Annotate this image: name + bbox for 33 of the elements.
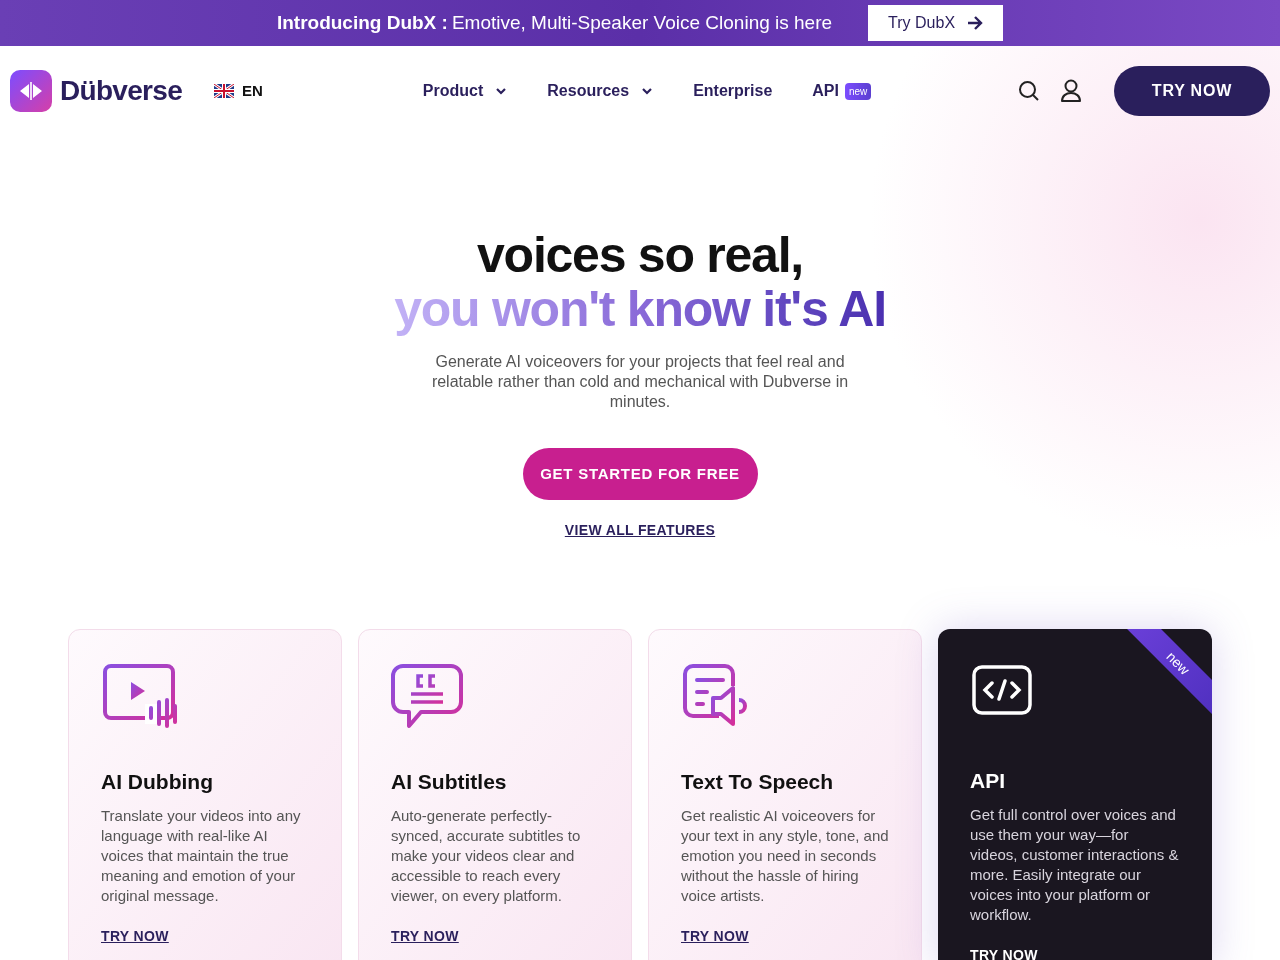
try-dubx-button[interactable]: Try DubX [868, 5, 1004, 41]
card-description: Translate your videos into any language with real-like AI voices that maintain the true meaning and emotion of your original message. [101, 805, 302, 906]
announcement-text: Emotive, Multi-Speaker Voice Cloning is here [451, 10, 833, 35]
search-icon[interactable] [1018, 80, 1040, 102]
card-title: API [970, 768, 1006, 794]
card-title: Text To Speech [681, 769, 835, 795]
card-description: Get full control over voices and use them your way—for videos, customer interactions & more. Easily integrate our voices into your platform or workflow. [970, 804, 1180, 925]
view-all-features-link[interactable]: VIEW ALL FEATURES [564, 520, 716, 541]
logo-wordmark: Dübverse [60, 74, 182, 108]
new-badge: new [844, 82, 872, 100]
hero-headline: voices so real, [477, 228, 803, 282]
try-now-link[interactable]: TRY NOW [681, 925, 749, 947]
card-description: Get realistic AI voiceovers for your text in any style, tone, and emotion you need in seconds without the hassle of hiring voice artists. [681, 805, 889, 906]
try-now-button[interactable]: TRY NOW [1114, 66, 1270, 116]
new-ribbon: new [1127, 629, 1212, 714]
hero-subtitle: Generate AI voiceovers for your projects that feel real and relatable rather than cold and mechanical with Dubverse in minutes. [430, 352, 850, 412]
try-now-link[interactable]: TRY NOW [391, 925, 459, 947]
card-title: AI Subtitles [391, 769, 508, 795]
nav-link[interactable]: Resources [547, 79, 654, 103]
user-icon[interactable] [1060, 79, 1082, 103]
card-description: Auto-generate perfectly-synced, accurate subtitles to make your videos clear and accessible to reach every viewer, on every platform. [391, 805, 582, 906]
get-started-button[interactable]: GET STARTED FOR FREE [522, 448, 758, 500]
language-selector[interactable]: EN [242, 79, 263, 103]
try-now-link[interactable]: TRY NOW [101, 925, 169, 947]
logo-icon [10, 70, 52, 112]
flag-icon [214, 84, 234, 98]
try-now-link[interactable]: TRY NOW [970, 944, 1038, 960]
card-title: AI Dubbing [101, 769, 214, 795]
announcement-lead: Introducing DubX : [276, 10, 448, 35]
nav-link[interactable]: Product [422, 79, 508, 103]
nav-link[interactable]: Enterprise [693, 79, 773, 103]
arrow-right-icon [967, 16, 984, 30]
nav-link[interactable]: API [812, 79, 839, 103]
